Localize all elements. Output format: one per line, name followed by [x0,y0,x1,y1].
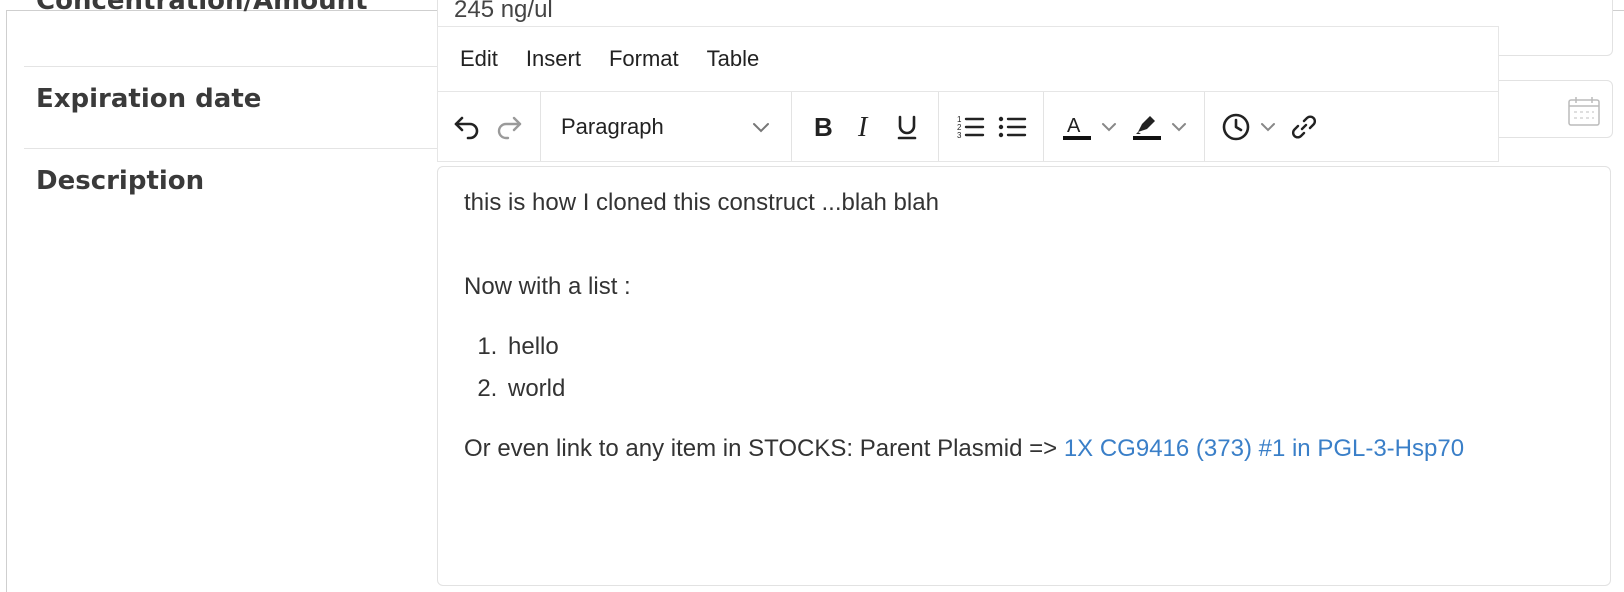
menu-table[interactable]: Table [707,46,760,72]
menu-edit[interactable]: Edit [460,46,498,72]
clock-icon [1222,113,1250,140]
highlight-color-button[interactable] [1130,105,1188,149]
insert-group [1205,92,1335,161]
link-icon [1291,114,1317,139]
redo-icon [497,116,522,139]
list-item: hello [504,326,1574,368]
list-item: world [504,368,1574,410]
bullet-list-button[interactable] [997,105,1027,149]
content-paragraph: Or even link to any item in STOCKS: Pare… [464,428,1574,470]
svg-text:I: I [857,112,869,142]
numbered-list-icon: 1 2 3 [957,115,985,140]
svg-text:3: 3 [957,131,962,140]
italic-icon: I [857,112,869,142]
history-group [438,92,541,161]
insert-link-button[interactable] [1289,105,1319,149]
numbered-list-button[interactable]: 1 2 3 [955,105,985,149]
text-color-icon: A [1063,115,1091,140]
block-format-group: Paragraph [541,92,792,161]
highlight-icon [1133,115,1161,140]
content-blank-line [464,224,1574,266]
block-format-value: Paragraph [561,113,664,139]
bold-button[interactable]: B [808,105,838,149]
block-format-select[interactable]: Paragraph [551,114,781,140]
editor-menubar: Edit Insert Format Table [437,26,1499,92]
text-style-group: B I [792,92,939,161]
link-prefix-text: Or even link to any item in STOCKS: Pare… [464,435,1058,462]
text-color-button[interactable]: A [1060,105,1118,149]
color-group: A [1044,92,1205,161]
editor-content[interactable]: this is how I cloned this construct ...b… [464,182,1574,470]
undo-button[interactable] [452,105,482,149]
chevron-down-icon [753,122,769,132]
content-paragraph: Now with a list : [464,273,631,300]
insert-datetime-button[interactable] [1221,105,1277,149]
underline-button[interactable] [892,105,922,149]
bold-icon: B [814,112,833,142]
menu-insert[interactable]: Insert [526,46,581,72]
form-frame: Concentration/Amount 245 ng/ul Expiratio… [0,0,1624,592]
svg-text:B: B [814,112,833,142]
chevron-down-icon [1261,122,1275,131]
chevron-down-icon [1102,122,1116,131]
expiration-date-label: Expiration date [36,84,262,114]
description-label: Description [36,166,205,196]
bullet-list-icon [998,116,1027,137]
svg-text:A: A [1067,115,1081,137]
concentration-label: Concentration/Amount [36,0,368,16]
row-divider [24,148,437,149]
menu-format[interactable]: Format [609,46,679,72]
numbered-list: hello world [464,326,1574,410]
frame-left-border [6,10,7,592]
underline-icon [897,115,917,139]
chevron-down-icon [1172,122,1186,131]
row-divider [24,66,437,67]
editor-toolbar: Paragraph B I 1 2 3 A [437,92,1499,162]
italic-button[interactable]: I [850,105,880,149]
stock-item-link[interactable]: 1X CG9416 (373) #1 in PGL-3-Hsp70 [1064,435,1464,462]
content-paragraph: this is how I cloned this construct ...b… [464,189,939,216]
list-group: 1 2 3 [939,92,1044,161]
undo-icon [454,116,479,139]
redo-button[interactable] [494,105,524,149]
calendar-icon[interactable] [1568,96,1600,126]
concentration-value: 245 ng/ul [454,0,553,23]
